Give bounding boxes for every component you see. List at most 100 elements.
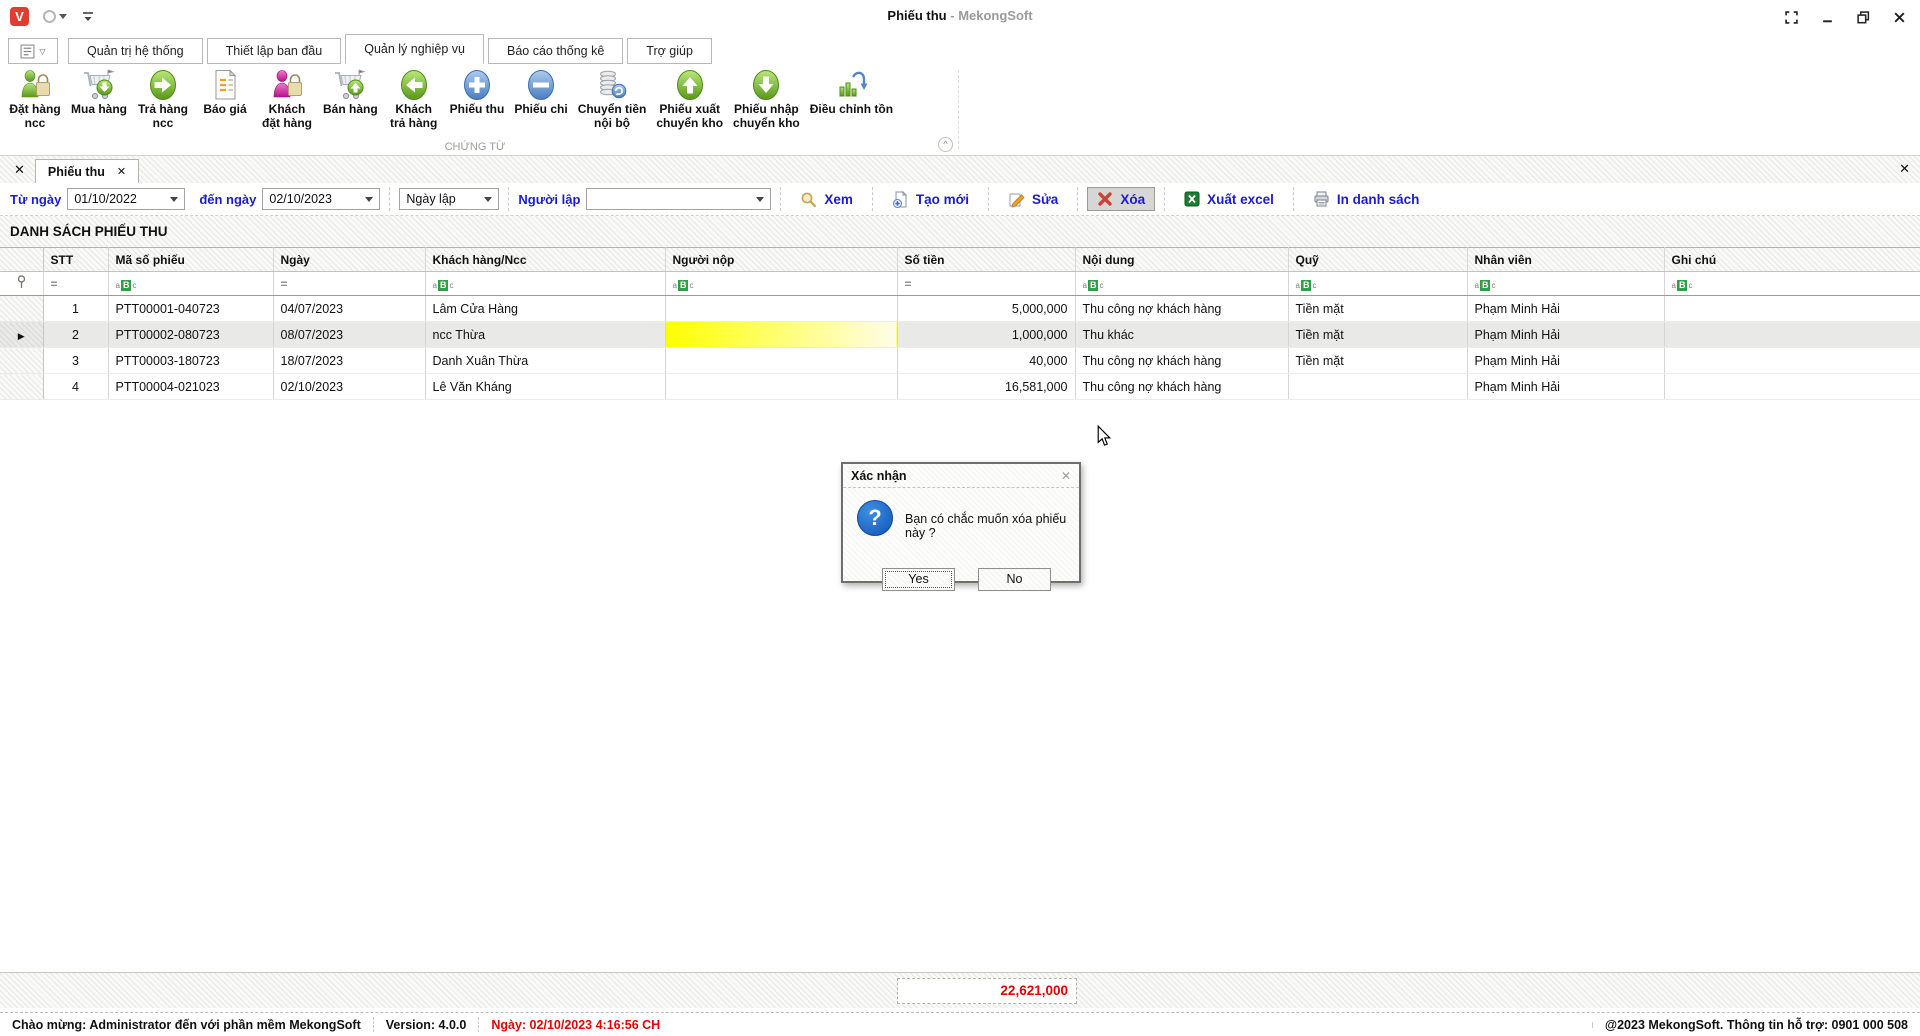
column-header-ngay[interactable]: Ngày xyxy=(273,247,426,272)
dialog-message: Bạn có chắc muốn xóa phiếu này ? xyxy=(905,512,1067,540)
page-plus-icon xyxy=(892,190,908,208)
to-date-input[interactable]: 02/10/2023 xyxy=(262,188,381,210)
ribbon-item-khach-tra-hang[interactable]: Khách trả hàng xyxy=(383,67,445,132)
oval-arrow-down-icon xyxy=(753,70,780,100)
window-title: Phiếu thu - MekongSoft xyxy=(887,8,1033,23)
minimize-button[interactable] xyxy=(1814,6,1840,28)
ribbon-item-dieu-chinh-ton[interactable]: Điều chỉnh tồn xyxy=(805,67,898,118)
filter-cell-nguoi-nop[interactable]: aBc xyxy=(665,271,898,296)
ribbon-item-phieu-chi[interactable]: Phiếu chi xyxy=(509,67,572,118)
table-row[interactable]: 1 PTT00001-040723 04/07/2023 Lâm Cửa Hàn… xyxy=(0,295,1920,322)
list-icon xyxy=(20,44,35,58)
column-header-so-tien[interactable]: Số tiền xyxy=(897,247,1076,272)
print-list-button[interactable]: In danh sách xyxy=(1303,187,1430,211)
ribbon-item-phieu-nhap-chuyen-kho[interactable]: Phiếu nhập chuyển kho xyxy=(728,67,805,132)
row-selector[interactable]: ▶ xyxy=(0,321,44,348)
oval-arrow-right-icon xyxy=(150,70,176,100)
table-row[interactable]: 4 PTT00004-021023 02/10/2023 Lê Văn Khán… xyxy=(0,373,1920,400)
menu-tab-bao-cao-thong-ke[interactable]: Báo cáo thống kê xyxy=(487,38,624,64)
table-row-selected[interactable]: ▶ 2 PTT00002-080723 08/07/2023 ncc Thừa … xyxy=(0,321,1920,348)
table-footer: 22,621,000 xyxy=(0,972,1920,1008)
oval-plus-blue-icon xyxy=(464,70,490,100)
row-selector[interactable] xyxy=(0,347,44,374)
ribbon-item-phieu-thu[interactable]: Phiếu thu xyxy=(445,67,510,118)
column-header-noi-dung[interactable]: Nội dung xyxy=(1075,247,1289,272)
filter-cell-ngay[interactable]: = xyxy=(273,271,426,296)
column-header-quy[interactable]: Quỹ xyxy=(1288,247,1468,272)
ribbon-item-mua-hang[interactable]: Mua hàng xyxy=(66,67,132,118)
cart-arrow-down-icon xyxy=(84,69,115,100)
ribbon-item-phieu-xuat-chuyen-kho[interactable]: Phiếu xuất chuyển kho xyxy=(651,67,728,132)
no-button[interactable]: No xyxy=(978,568,1051,591)
table-row[interactable]: 3 PTT00003-180723 18/07/2023 Danh Xuân T… xyxy=(0,347,1920,374)
ribbon-item-dat-hang-ncc[interactable]: Đặt hàng ncc xyxy=(4,67,66,132)
ribbon-group-label: CHỨNG TỪ xyxy=(444,141,506,153)
separator xyxy=(1164,187,1166,211)
separator xyxy=(1591,1021,1593,1028)
row-selector[interactable] xyxy=(0,373,44,400)
document-tab-strip: ✕ Phiếu thu ✕ ✕ xyxy=(0,156,1920,183)
edit-button[interactable]: Sửa xyxy=(998,187,1068,212)
date-type-select[interactable]: Ngày lập xyxy=(399,188,500,210)
ribbon-item-bao-gia[interactable]: Báo giá xyxy=(194,67,256,118)
separator xyxy=(1292,187,1294,211)
version-text: Version: 4.0.0 xyxy=(385,1017,467,1032)
filter-cell-quy[interactable]: aBc xyxy=(1288,271,1468,296)
magnifier-icon xyxy=(801,192,817,207)
row-selector[interactable] xyxy=(0,295,44,322)
menu-tab-thiet-lap-ban-dau[interactable]: Thiết lập ban đầu xyxy=(206,38,342,64)
menu-tab-quan-tri-he-thong[interactable]: Quản trị hệ thống xyxy=(68,38,203,64)
separator xyxy=(372,1017,374,1032)
restore-button[interactable] xyxy=(1850,6,1876,28)
dialog-title-bar[interactable]: Xác nhận ✕ xyxy=(843,464,1079,488)
filter-cell-ghi-chu[interactable]: aBc xyxy=(1664,271,1920,296)
menu-tab-tro-giup[interactable]: Trợ giúp xyxy=(627,38,712,64)
view-button[interactable]: Xem xyxy=(790,187,863,212)
column-header-khach-hang[interactable]: Khách hàng/Ncc xyxy=(425,247,666,272)
question-icon: ? xyxy=(857,500,893,536)
column-header-ma-so-phieu[interactable]: Mã số phiếu xyxy=(108,247,274,272)
ribbon-item-ban-hang[interactable]: Bán hàng xyxy=(318,67,383,118)
highlighted-payer-cell[interactable] xyxy=(665,321,898,348)
receipt-table: STT Mã số phiếu Ngày Khách hàng/Ncc Ngườ… xyxy=(0,247,1920,400)
ribbon-item-chuyen-tien-noi-bo[interactable]: Chuyển tiền nội bộ xyxy=(573,67,652,132)
column-header-stt[interactable]: STT xyxy=(43,247,109,272)
filter-cell-nhan-vien[interactable]: aBc xyxy=(1467,271,1665,296)
menu-tab-quan-ly-nghiep-vu[interactable]: Quản lý nghiệp vụ xyxy=(345,34,484,64)
from-date-input[interactable]: 01/10/2022 xyxy=(67,188,186,210)
ribbon-collapse-button[interactable]: ^ xyxy=(938,137,953,152)
close-tab-right-button[interactable]: ✕ xyxy=(1899,161,1910,177)
filter-cell-noi-dung[interactable]: aBc xyxy=(1075,271,1289,296)
delete-button[interactable]: Xóa xyxy=(1087,187,1156,211)
yes-button[interactable]: Yes xyxy=(882,568,955,591)
ribbon-item-tra-hang-ncc[interactable]: Trả hàng ncc xyxy=(132,67,194,132)
fullscreen-button[interactable] xyxy=(1778,6,1804,28)
separator xyxy=(780,187,782,211)
create-new-button[interactable]: Tạo mới xyxy=(882,187,979,212)
column-header-nguoi-nop[interactable]: Người nộp xyxy=(665,247,898,272)
close-icon[interactable]: ✕ xyxy=(117,165,126,178)
pencil-icon xyxy=(1009,193,1025,207)
close-tab-left-button[interactable]: ✕ xyxy=(14,162,25,178)
creator-label: Người lập xyxy=(518,191,581,207)
separator xyxy=(988,187,990,211)
filter-cell-ma-so-phieu[interactable]: aBc xyxy=(108,271,274,296)
creator-select[interactable] xyxy=(586,188,772,210)
ribbon-item-khach-dat-hang[interactable]: Khách đặt hàng xyxy=(256,67,318,132)
close-button[interactable] xyxy=(1886,6,1912,28)
welcome-text: Chào mừng: Administrator đến với phần mề… xyxy=(12,1017,361,1032)
chevron-down-icon xyxy=(484,196,493,202)
cart-arrow-up-icon xyxy=(335,69,366,100)
dialog-title: Xác nhận xyxy=(851,468,907,483)
filter-cell-stt[interactable]: = xyxy=(43,271,109,296)
app-menu-button[interactable]: ▽ xyxy=(8,38,58,64)
column-header-nhan-vien[interactable]: Nhân viên xyxy=(1467,247,1665,272)
column-header-ghi-chu[interactable]: Ghi chú xyxy=(1664,247,1920,272)
coins-transfer-icon xyxy=(600,70,627,99)
filter-cell-so-tien[interactable]: = xyxy=(897,271,1076,296)
dialog-close-icon[interactable]: ✕ xyxy=(1061,469,1071,483)
filter-cell-khach-hang[interactable]: aBc xyxy=(425,271,666,296)
doc-tab-phieu-thu[interactable]: Phiếu thu ✕ xyxy=(34,159,140,183)
filter-row-pin[interactable] xyxy=(0,271,44,296)
export-excel-button[interactable]: Xuất excel xyxy=(1174,187,1284,211)
